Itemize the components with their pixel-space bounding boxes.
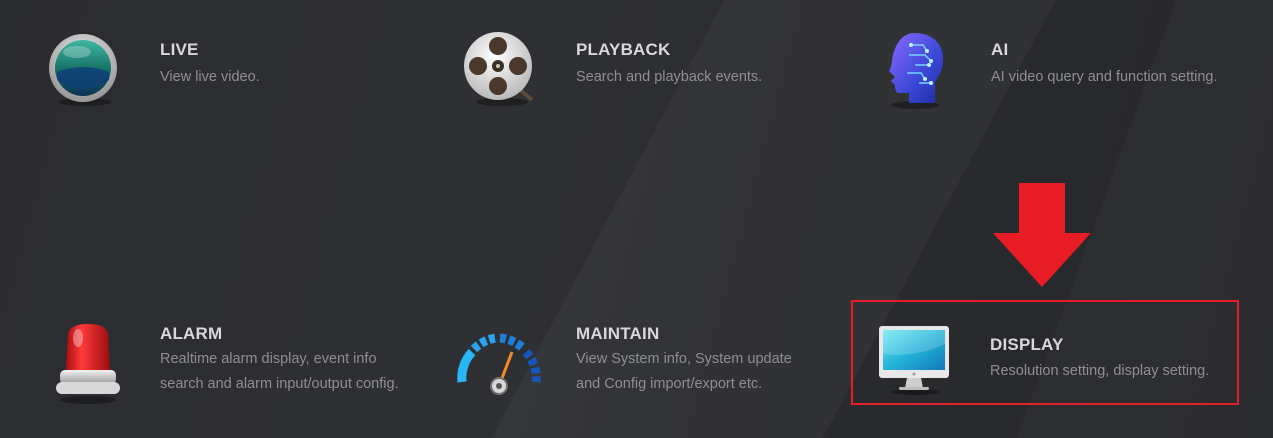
menu-tile-alarm[interactable]: ALARM Realtime alarm display, event info… — [40, 310, 420, 410]
menu-title-display: DISPLAY — [990, 335, 1064, 354]
menu-desc-alarm-line2: search and alarm input/output config. — [160, 376, 399, 392]
alarm-beacon-icon — [48, 320, 128, 405]
menu-desc-maintain-line2: and Config import/export etc. — [576, 376, 763, 392]
menu-tile-display[interactable]: DISPLAY Resolution setting, display sett… — [853, 302, 1237, 403]
menu-title-ai: AI — [991, 40, 1009, 59]
menu-desc-ai: AI video query and function setting. — [991, 69, 1218, 85]
live-icon — [45, 30, 125, 110]
down-arrow-icon — [990, 183, 1094, 294]
menu-title-playback: PLAYBACK — [576, 40, 671, 59]
gauge-icon — [452, 326, 546, 400]
menu-tile-maintain[interactable]: MAINTAIN View System info, System update… — [450, 310, 835, 410]
menu-desc-playback: Search and playback events. — [576, 69, 763, 85]
menu-desc-maintain-line1: View System info, System update — [576, 351, 792, 367]
menu-tile-playback[interactable]: PLAYBACK Search and playback events. — [455, 25, 835, 125]
menu-title-live: LIVE — [160, 40, 199, 59]
menu-tile-ai[interactable]: AI AI video query and function setting. — [870, 25, 1265, 125]
monitor-icon — [877, 324, 953, 396]
menu-desc-alarm-line1: Realtime alarm display, event info — [160, 351, 377, 367]
ai-head-icon — [875, 27, 955, 111]
menu-desc-live: View live video. — [160, 69, 260, 85]
menu-tile-live[interactable]: LIVE View live video. — [40, 25, 420, 125]
menu-desc-display: Resolution setting, display setting. — [990, 363, 1210, 379]
film-reel-icon — [460, 30, 540, 110]
menu-title-maintain: MAINTAIN — [576, 324, 660, 343]
menu-title-alarm: ALARM — [160, 324, 223, 343]
